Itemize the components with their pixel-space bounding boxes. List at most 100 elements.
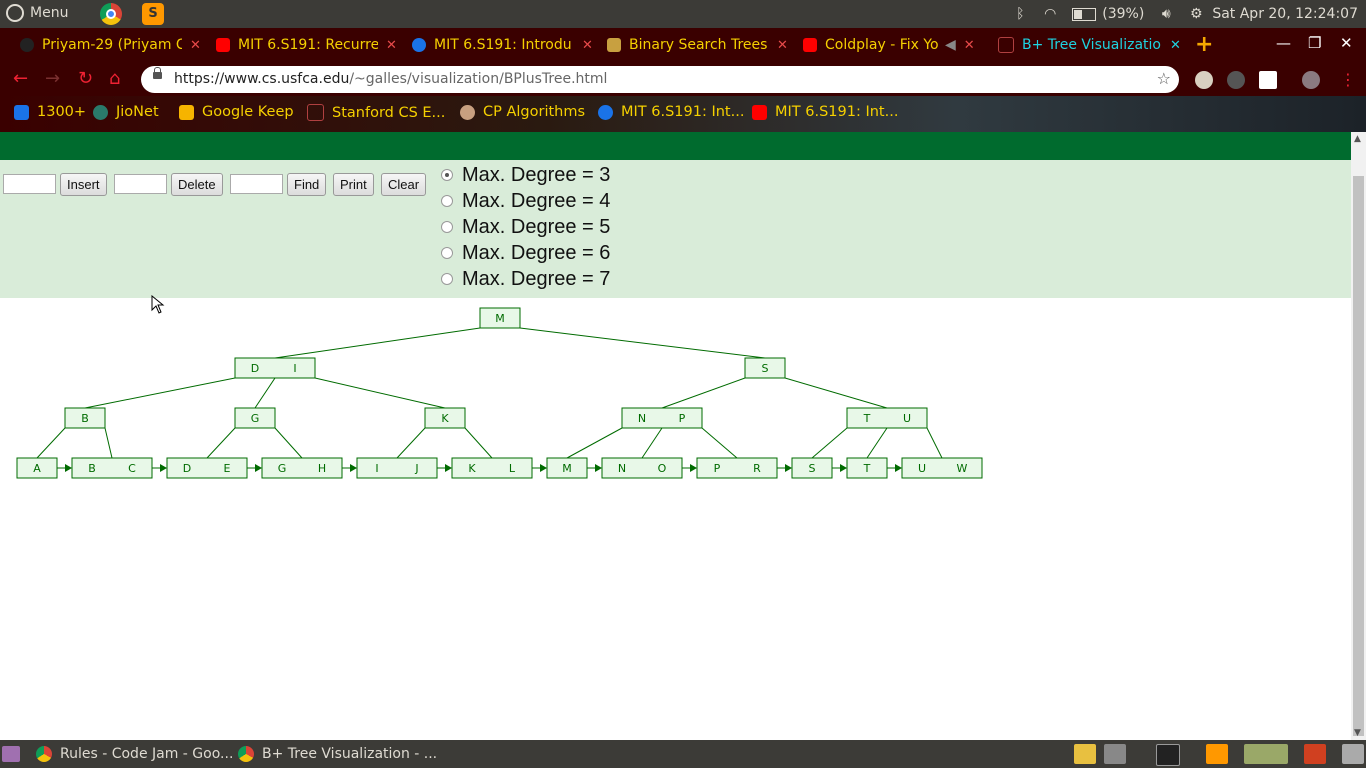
lock-screen-icon[interactable]: [1104, 744, 1126, 764]
tree-node-key: U: [903, 412, 911, 425]
tree-node-key: B: [81, 412, 89, 425]
bookmark-mit-2[interactable]: MIT 6.S191: Int...: [752, 104, 898, 120]
tab-bplus-tree[interactable]: B+ Tree Visualizatio ✕: [992, 28, 1181, 62]
page-content: B+ Trees Insert Delete Find Print Clear …: [0, 132, 1351, 740]
audio-playing-icon[interactable]: ◀: [945, 37, 956, 53]
tree-node: DE: [166, 457, 248, 479]
trash-icon[interactable]: [1342, 744, 1364, 764]
tree-node: BC: [71, 457, 153, 479]
bookmark-google-keep[interactable]: Google Keep: [179, 104, 294, 120]
tree-node-key: P: [679, 412, 686, 425]
scroll-down-icon[interactable]: ▼: [1354, 728, 1361, 738]
vertical-scrollbar[interactable]: ▲ ▼: [1351, 132, 1366, 740]
bookmark-jionet[interactable]: JioNet: [93, 104, 159, 120]
leaf-link-arrow: [785, 464, 792, 472]
more-menu-icon[interactable]: ⋮: [1340, 70, 1356, 89]
tree-node: GH: [261, 457, 343, 479]
tab-coldplay[interactable]: Coldplay - Fix Yo ◀ ✕: [797, 28, 975, 62]
extension-cast-icon[interactable]: [1227, 71, 1245, 89]
close-tab-icon[interactable]: ✕: [190, 38, 201, 53]
chrome-icon: [238, 746, 254, 762]
tree-node-box: [846, 407, 928, 429]
wifi-icon[interactable]: ◠: [1042, 7, 1058, 21]
tree-edge: [104, 427, 113, 459]
minimize-icon[interactable]: —: [1276, 34, 1291, 52]
bookmark-label: Stanford CS E...: [332, 104, 446, 121]
volume-icon[interactable]: 🔊︎: [1158, 7, 1174, 21]
workspace-switcher-icon[interactable]: [2, 746, 20, 762]
radio-button[interactable]: [441, 195, 453, 207]
keep-icon: [179, 104, 194, 120]
leaf-link-arrow: [595, 464, 602, 472]
close-tab-icon[interactable]: ✕: [777, 38, 788, 53]
tab-mit-recurrent[interactable]: MIT 6.S191: Recurre ✕: [210, 28, 397, 62]
restore-icon[interactable]: ❐: [1308, 34, 1321, 52]
find-button[interactable]: Find: [287, 173, 327, 196]
find-input[interactable]: [230, 174, 283, 194]
tab-mit-intro[interactable]: MIT 6.S191: Introdu ✕: [406, 28, 593, 62]
sublime-launcher-icon[interactable]: S: [142, 3, 164, 25]
profile-avatar[interactable]: [1302, 71, 1320, 89]
settings-gear-icon: ⚙: [1190, 6, 1203, 22]
degree-option-4[interactable]: Max. Degree = 4: [441, 189, 610, 213]
extension-flag-icon[interactable]: [1259, 71, 1277, 89]
bookmark-1300[interactable]: 1300+: [14, 104, 86, 120]
scroll-up-icon[interactable]: ▲: [1354, 134, 1361, 144]
leaf-link-arrow: [160, 464, 167, 472]
extension-lightbulb-icon[interactable]: [1195, 71, 1213, 89]
bplus-tree-canvas: MD I SB G K N P T UA B C D E G H I J K L M N O P R S T U W: [16, 307, 983, 479]
page-icon: [307, 104, 324, 121]
bookmark-star-icon[interactable]: ☆: [1157, 69, 1171, 88]
app-menu[interactable]: Menu: [6, 4, 68, 22]
back-arrow-icon[interactable]: ←: [13, 68, 28, 89]
delete-input[interactable]: [114, 174, 167, 194]
battery-indicator[interactable]: (39%): [1072, 6, 1144, 22]
close-tab-icon[interactable]: ✕: [582, 38, 593, 53]
degree-option-5[interactable]: Max. Degree = 5: [441, 215, 610, 239]
cp-icon: [460, 104, 475, 120]
degree-option-3[interactable]: Max. Degree = 3: [441, 163, 610, 187]
reload-icon[interactable]: ↻: [78, 68, 93, 89]
close-tab-icon[interactable]: ✕: [386, 38, 397, 53]
radio-button[interactable]: [441, 221, 453, 233]
close-tab-icon[interactable]: ✕: [1170, 38, 1181, 53]
scrollbar-thumb[interactable]: [1353, 176, 1364, 736]
degree-option-7[interactable]: Max. Degree = 7: [441, 267, 610, 291]
delete-button[interactable]: Delete: [171, 173, 223, 196]
clock[interactable]: ⚙ Sat Apr 20, 12:24:07: [1188, 6, 1358, 22]
sublime-icon[interactable]: [1206, 744, 1228, 764]
close-tab-icon[interactable]: ✕: [964, 38, 975, 53]
tree-node: S: [791, 457, 833, 479]
files-folder-icon[interactable]: [1074, 744, 1096, 764]
taskbar-item-rules[interactable]: Rules - Code Jam - Goo...: [36, 740, 233, 768]
youtube-icon: [803, 38, 817, 52]
new-tab-plus-icon[interactable]: +: [1195, 32, 1213, 57]
bookmark-mit-1[interactable]: MIT 6.S191: Int...: [598, 104, 744, 120]
clear-button[interactable]: Clear: [381, 173, 427, 196]
print-button[interactable]: Print: [333, 173, 374, 196]
insert-input[interactable]: [3, 174, 56, 194]
degree-option-6[interactable]: Max. Degree = 6: [441, 241, 610, 265]
chrome-launcher-icon[interactable]: [100, 3, 122, 25]
insert-button[interactable]: Insert: [60, 173, 107, 196]
tab-github[interactable]: Priyam-29 (Priyam C ✕: [14, 28, 201, 62]
home-icon[interactable]: ⌂: [109, 68, 120, 89]
forward-arrow-icon[interactable]: →: [45, 68, 60, 89]
close-window-icon[interactable]: ✕: [1340, 34, 1353, 52]
chrome-task-icon[interactable]: [1244, 744, 1288, 764]
radio-label: Max. Degree = 4: [462, 189, 611, 212]
terminal-icon[interactable]: [1156, 744, 1180, 766]
bookmark-stanford[interactable]: Stanford CS E...: [307, 104, 445, 121]
address-bar[interactable]: https://www.cs.usfca.edu/~galles/visuali…: [141, 66, 1179, 93]
radio-button[interactable]: [441, 273, 453, 285]
file-manager-icon[interactable]: [1304, 744, 1326, 764]
bookmark-cp-algorithms[interactable]: CP Algorithms: [460, 104, 585, 120]
tab-binary-search-trees[interactable]: Binary Search Trees ✕: [601, 28, 788, 62]
radio-button[interactable]: [441, 247, 453, 259]
tree-node: TU: [846, 407, 928, 429]
tree-node-key: M: [562, 462, 572, 475]
radio-button[interactable]: [441, 169, 453, 181]
tree-node-key: O: [658, 462, 667, 475]
bluetooth-icon[interactable]: ᛒ: [1012, 7, 1028, 21]
taskbar-item-bplus[interactable]: B+ Tree Visualization - ...: [238, 740, 437, 768]
